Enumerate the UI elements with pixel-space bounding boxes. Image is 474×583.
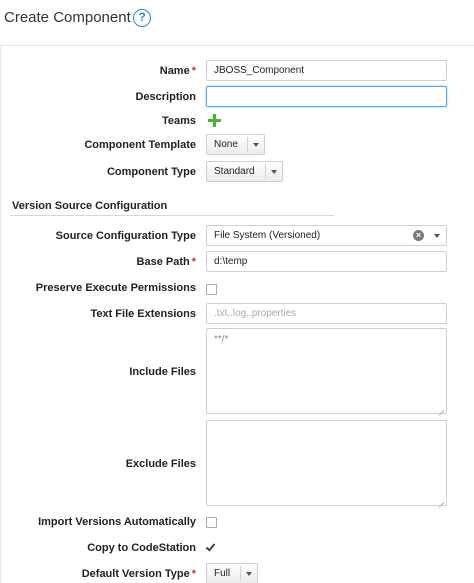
chevron-down-icon xyxy=(253,143,259,147)
source-config-type-value: File System (Versioned) xyxy=(214,230,321,241)
resize-handle-icon[interactable] xyxy=(437,496,445,508)
plus-icon[interactable] xyxy=(208,114,221,127)
copy-codestation-checkbox[interactable] xyxy=(205,541,217,553)
preserve-exec-checkbox[interactable] xyxy=(206,284,217,295)
checkmark-icon xyxy=(205,541,216,552)
component-type-label: Component Type xyxy=(106,166,196,178)
preserve-exec-label: Preserve Execute Permissions xyxy=(35,282,196,294)
text-file-ext-label: Text File Extensions xyxy=(90,308,196,320)
component-type-select[interactable]: Standard xyxy=(206,161,283,182)
description-field[interactable] xyxy=(206,86,447,107)
import-auto-checkbox[interactable] xyxy=(206,517,217,528)
dialog-header: Create Component ? xyxy=(0,0,474,46)
select-divider xyxy=(240,566,241,581)
exclude-files-textarea[interactable] xyxy=(206,420,447,508)
component-template-label: Component Template xyxy=(84,139,196,151)
select-divider xyxy=(265,164,266,179)
teams-label: Teams xyxy=(161,115,196,127)
component-type-value: Standard xyxy=(214,166,255,177)
chevron-down-icon xyxy=(434,234,440,238)
default-version-type-select[interactable]: Full xyxy=(206,563,258,583)
name-field[interactable]: JBOSS_Component xyxy=(206,60,447,81)
source-config-type-select[interactable]: File System (Versioned) × xyxy=(206,225,447,246)
base-path-field[interactable]: d:\temp xyxy=(206,251,447,272)
text-file-ext-field[interactable]: .txt,.log,.properties xyxy=(206,303,447,324)
dialog-title: Create Component xyxy=(4,9,131,26)
chevron-down-icon xyxy=(271,170,277,174)
name-label: Name * xyxy=(159,65,196,77)
clear-icon[interactable]: × xyxy=(413,230,424,241)
include-files-label: Include Files xyxy=(129,366,196,378)
question-circle-icon[interactable]: ? xyxy=(133,9,151,27)
source-config-type-label: Source Configuration Type xyxy=(55,230,196,242)
copy-codestation-label: Copy to CodeStation xyxy=(87,542,196,554)
section-title: Version Source Configuration xyxy=(12,200,168,212)
component-template-value: None xyxy=(214,139,238,150)
base-path-label: Base Path * xyxy=(136,256,196,268)
description-label: Description xyxy=(135,91,196,103)
default-version-type-label: Default Version Type * xyxy=(81,568,196,580)
resize-handle-icon[interactable] xyxy=(437,404,445,416)
select-divider xyxy=(247,137,248,152)
include-files-value: **/* xyxy=(214,334,229,345)
chevron-down-icon xyxy=(246,572,252,576)
include-files-textarea[interactable]: **/* xyxy=(206,328,447,416)
exclude-files-label: Exclude Files xyxy=(125,458,196,470)
component-template-select[interactable]: None xyxy=(206,134,265,155)
import-auto-label: Import Versions Automatically xyxy=(38,516,196,528)
default-version-type-value: Full xyxy=(214,568,231,579)
section-divider xyxy=(10,215,334,216)
left-edge-divider xyxy=(0,46,2,583)
